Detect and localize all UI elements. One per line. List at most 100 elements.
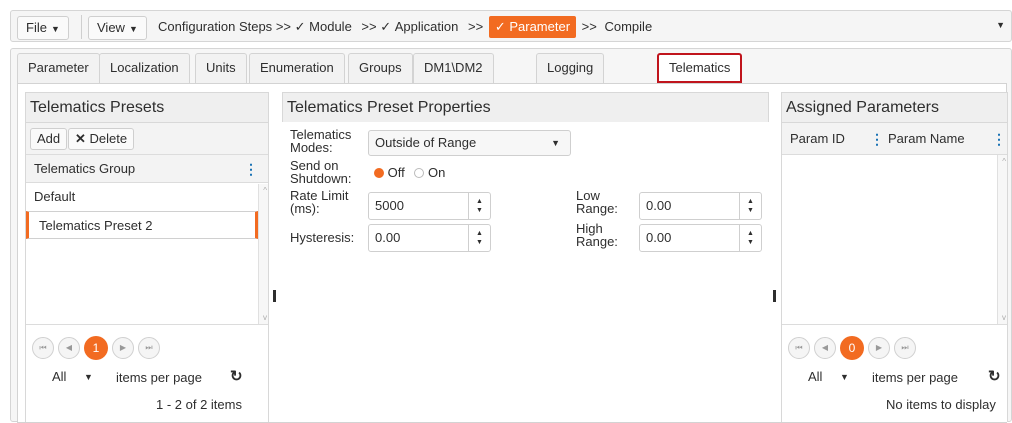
first-page-icon[interactable]: ⏮ xyxy=(788,337,810,359)
page-size-select[interactable]: All ▼ xyxy=(48,367,108,389)
telematics-presets-panel: Telematics Presets Add ✕ Delete Telemati… xyxy=(25,92,269,422)
tab-dm1-dm2-faults[interactable]: DM1\DM2 Faults xyxy=(413,53,494,103)
prev-page-icon[interactable]: ◀ xyxy=(58,337,80,359)
column-header-param-id[interactable]: Param ID xyxy=(790,123,845,155)
last-page-icon[interactable]: ⏭ xyxy=(138,337,160,359)
grid-toolbar: Add ✕ Delete xyxy=(26,123,268,155)
assigned-parameters-panel: Assigned Parameters Param ID ⋮ Param Nam… xyxy=(781,92,1008,422)
hysteresis-label: Hysteresis: xyxy=(290,230,355,245)
grid-header: Telematics Group ⋮ xyxy=(26,155,268,183)
rate-limit-label: Rate Limit (ms): xyxy=(290,188,349,216)
tab-units[interactable]: Units xyxy=(195,53,247,83)
configuration-steps: Configuration Steps >> ✓ Module >> ✓ App… xyxy=(158,11,652,43)
radio-on[interactable]: On xyxy=(414,165,445,180)
page-size-value: All xyxy=(808,369,823,384)
high-range-input[interactable]: 0.00 ▲ ▼ xyxy=(639,224,762,252)
prev-page-icon[interactable]: ◀ xyxy=(814,337,836,359)
scroll-down-icon[interactable]: v xyxy=(263,313,267,322)
column-menu-icon[interactable]: ⋮ xyxy=(992,123,1006,155)
telematics-preset-properties-panel: Telematics Preset Properties Telematics … xyxy=(282,92,769,422)
page-size-select[interactable]: All ▼ xyxy=(804,367,864,389)
overflow-chevron-icon[interactable]: ▼ xyxy=(996,20,1005,30)
send-on-shutdown-label: Send on Shutdown: xyxy=(290,158,352,186)
high-range-value: 0.00 xyxy=(646,230,672,245)
presets-grid: Add ✕ Delete Telematics Group ⋮ ^ v Defa… xyxy=(25,122,269,422)
chevron-down-icon: ▼ xyxy=(128,24,138,34)
spinner-icon[interactable]: ▲ ▼ xyxy=(468,225,490,251)
page-size-value: All xyxy=(52,369,67,384)
step-parameter-active[interactable]: ✓ Parameter xyxy=(488,16,577,38)
radio-off-label: Off xyxy=(387,165,405,180)
column-header-telematics-group[interactable]: Telematics Group xyxy=(26,161,135,176)
delete-button[interactable]: ✕ Delete xyxy=(68,128,135,150)
rate-limit-input[interactable]: 5000 ▲ ▼ xyxy=(368,192,491,220)
first-page-icon[interactable]: ⏮ xyxy=(32,337,54,359)
low-range-input[interactable]: 0.00 ▲ ▼ xyxy=(639,192,762,220)
panel-title: Telematics Presets xyxy=(25,92,269,122)
step-separator: >> xyxy=(361,19,377,34)
items-per-page-label: items per page xyxy=(116,370,202,385)
properties-form: Telematics Modes: Outside of Range ▼ Sen… xyxy=(282,122,769,422)
step-module[interactable]: Module xyxy=(309,11,352,43)
refresh-icon[interactable]: ↻ xyxy=(230,367,243,385)
spinner-icon[interactable]: ▲ ▼ xyxy=(468,193,490,219)
scroll-down-icon[interactable]: v xyxy=(1002,313,1006,322)
table-row-selected[interactable]: Telematics Preset 2 xyxy=(26,211,258,239)
radio-off[interactable]: Off xyxy=(374,165,405,180)
panel-title: Telematics Preset Properties xyxy=(282,92,769,122)
telematics-modes-select[interactable]: Outside of Range ▼ xyxy=(368,130,571,156)
column-menu-icon[interactable]: ⋮ xyxy=(870,123,884,155)
hysteresis-input[interactable]: 0.00 ▲ ▼ xyxy=(368,224,491,252)
chevron-down-icon: ▼ xyxy=(551,138,560,148)
close-icon: ✕ xyxy=(75,131,86,146)
column-menu-icon[interactable]: ⋮ xyxy=(244,155,258,183)
tab-logging-presets[interactable]: Logging Presets xyxy=(536,53,605,103)
refresh-icon[interactable]: ↻ xyxy=(988,367,1001,385)
check-icon: ✓ xyxy=(494,19,506,34)
radio-unselected-icon xyxy=(414,168,425,178)
tab-groups[interactable]: Groups xyxy=(348,53,413,83)
view-menu-button[interactable]: View ▼ xyxy=(88,16,147,40)
pager: ⏮ ◀ 1 ▶ ⏭ All ▼ items per page ↻ 1 - 2 o… xyxy=(26,324,268,422)
scroll-up-icon[interactable]: ^ xyxy=(1002,157,1006,166)
step-compile[interactable]: Compile xyxy=(604,11,652,43)
step-separator: >> xyxy=(275,19,291,34)
spinner-icon[interactable]: ▲ ▼ xyxy=(739,225,761,251)
steps-prefix: Configuration Steps xyxy=(158,19,273,34)
tab-enumeration[interactable]: Enumeration xyxy=(249,53,345,83)
tab-telematics-presets[interactable]: Telematics Presets xyxy=(657,53,743,101)
file-menu-label: File xyxy=(26,20,47,35)
splitter-handle[interactable] xyxy=(773,290,776,302)
add-button[interactable]: Add xyxy=(30,128,68,150)
column-header-param-name[interactable]: Param Name xyxy=(888,123,965,155)
splitter-handle[interactable] xyxy=(273,290,276,302)
step-application[interactable]: Application xyxy=(395,11,459,43)
next-page-icon[interactable]: ▶ xyxy=(112,337,134,359)
current-page[interactable]: 1 xyxy=(84,336,108,360)
pager-summary: 1 - 2 of 2 items xyxy=(156,397,242,412)
items-per-page-label: items per page xyxy=(872,370,958,385)
check-icon: ✓ xyxy=(380,19,392,34)
table-row[interactable]: Default xyxy=(26,183,268,211)
telematics-modes-label: Telematics Modes: xyxy=(290,127,352,155)
spinner-icon[interactable]: ▲ ▼ xyxy=(739,193,761,219)
tab-strip: Parameter Localization Units Enumeration… xyxy=(10,48,1012,423)
panel-title: Assigned Parameters xyxy=(781,92,1008,122)
check-icon: ✓ xyxy=(294,19,306,34)
chevron-down-icon: ▼ xyxy=(50,24,60,34)
vertical-scrollbar[interactable]: ^ v xyxy=(997,155,1007,324)
file-menu-button[interactable]: File ▼ xyxy=(17,16,69,40)
toolbar-divider xyxy=(81,15,82,39)
low-range-label: Low Range: xyxy=(576,188,618,216)
tab-parameter[interactable]: Parameter xyxy=(17,53,100,83)
chevron-down-icon: ▼ xyxy=(84,372,93,382)
delete-button-label: Delete xyxy=(89,131,128,146)
current-page[interactable]: 0 xyxy=(840,336,864,360)
next-page-icon[interactable]: ▶ xyxy=(868,337,890,359)
pager-summary: No items to display xyxy=(886,397,996,412)
pager: ⏮ ◀ 0 ▶ ⏭ All ▼ items per page ↻ No item… xyxy=(782,324,1007,422)
assigned-grid: Param ID ⋮ Param Name ⋮ ^ v ⏮ ◀ 0 ▶ ⏭ Al… xyxy=(781,122,1008,422)
last-page-icon[interactable]: ⏭ xyxy=(894,337,916,359)
tab-localization[interactable]: Localization xyxy=(99,53,190,83)
chevron-down-icon: ▼ xyxy=(840,372,849,382)
